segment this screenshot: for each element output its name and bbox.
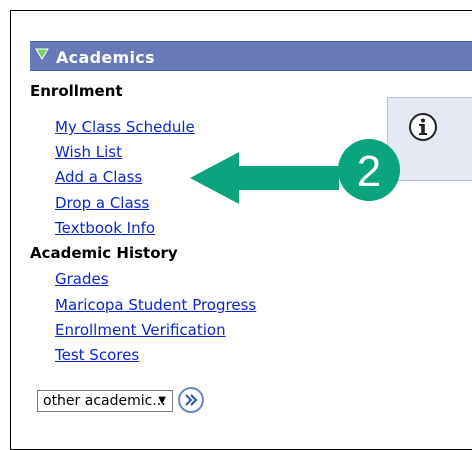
info-panel (387, 97, 472, 181)
link-maricopa-student-progress[interactable]: Maricopa Student Progress (55, 296, 256, 314)
info-icon (409, 113, 437, 141)
other-academic-select[interactable]: other academic... ▼ (37, 390, 173, 412)
link-textbook-info[interactable]: Textbook Info (55, 219, 155, 237)
enrollment-heading: Enrollment (30, 82, 123, 100)
academics-section-header[interactable]: Academics (30, 41, 472, 71)
collapse-triangle-icon[interactable] (35, 48, 49, 60)
select-value: other academic... (43, 393, 166, 409)
go-button[interactable] (178, 387, 204, 413)
link-test-scores[interactable]: Test Scores (55, 346, 139, 364)
double-chevron-right-icon (185, 394, 198, 406)
link-drop-a-class[interactable]: Drop a Class (55, 194, 149, 212)
link-enrollment-verification[interactable]: Enrollment Verification (55, 321, 226, 339)
link-grades[interactable]: Grades (55, 270, 109, 288)
link-wish-list[interactable]: Wish List (55, 143, 122, 161)
dropdown-arrow-icon: ▼ (158, 395, 166, 406)
link-my-class-schedule[interactable]: My Class Schedule (55, 118, 195, 136)
link-add-a-class[interactable]: Add a Class (55, 168, 142, 186)
academic-history-heading: Academic History (30, 244, 178, 262)
section-title: Academics (56, 48, 155, 67)
